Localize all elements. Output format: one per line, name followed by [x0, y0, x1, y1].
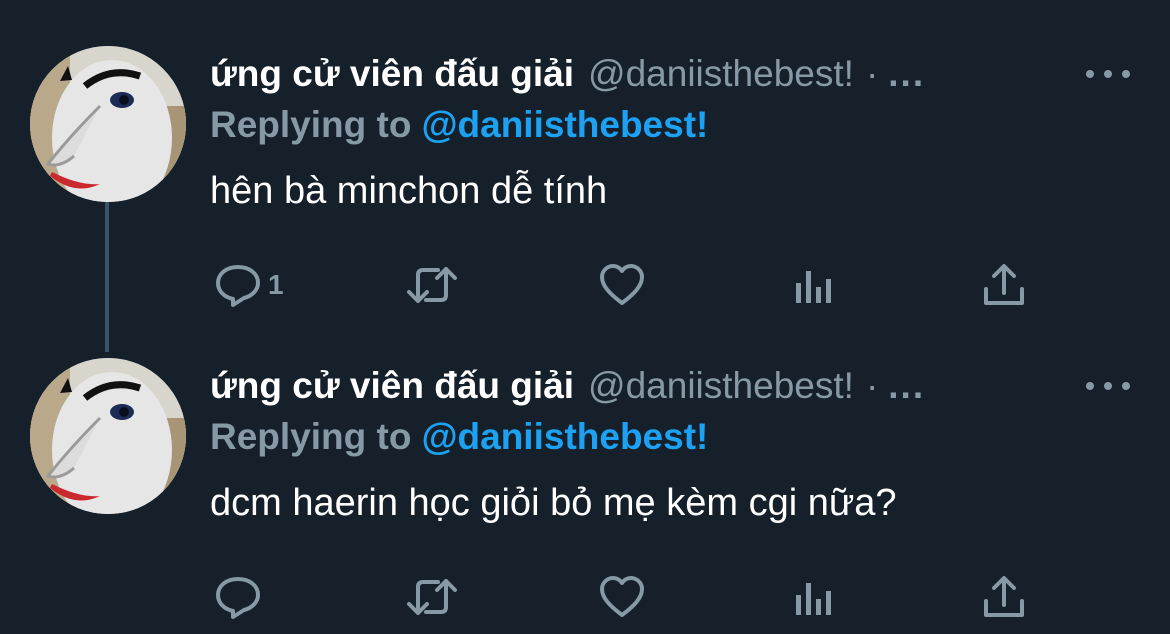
reply-button[interactable]: 1	[214, 258, 284, 312]
tweet[interactable]: ứng cử viên đấu giải @daniisthebest! · .…	[0, 312, 1170, 634]
like-button[interactable]	[598, 570, 646, 624]
like-button[interactable]	[598, 258, 646, 312]
display-name[interactable]: ứng cử viên đấu giải	[210, 365, 574, 407]
retweet-icon	[407, 267, 457, 303]
replying-to-line: Replying to @daniisthebest!	[210, 104, 708, 146]
reply-count: 1	[268, 269, 284, 300]
share-icon	[984, 576, 1024, 617]
tweet-text: dcm haerin học giỏi bỏ mẹ kèm cgi nữa?	[210, 482, 897, 524]
cartoon-face-avatar-icon	[30, 358, 186, 514]
like-icon	[600, 264, 644, 305]
tweet-text: hên bà minchon dễ tính	[210, 170, 608, 212]
separator-dot: ·	[865, 365, 879, 406]
avatar[interactable]	[30, 358, 186, 514]
reply-button[interactable]	[214, 570, 268, 624]
reply-icon	[216, 577, 260, 619]
truncated-timestamp: ...	[888, 365, 926, 406]
cartoon-face-avatar-icon	[30, 46, 186, 202]
replying-mention-link[interactable]: @daniisthebest!	[421, 416, 708, 457]
retweet-icon	[407, 579, 457, 615]
tweet[interactable]: ứng cử viên đấu giải @daniisthebest! · .…	[0, 0, 1170, 320]
user-handle[interactable]: @daniisthebest!	[588, 365, 854, 407]
avatar[interactable]	[30, 46, 186, 202]
share-icon	[984, 264, 1024, 305]
analytics-icon	[796, 583, 831, 615]
tweet-header: ứng cử viên đấu giải @daniisthebest! · .…	[210, 364, 925, 408]
more-options-icon[interactable]	[1086, 64, 1130, 84]
replying-prefix: Replying to	[210, 416, 412, 457]
replying-to-line: Replying to @daniisthebest!	[210, 416, 708, 458]
reply-icon	[216, 265, 260, 307]
retweet-button[interactable]	[406, 570, 458, 624]
analytics-button[interactable]	[790, 570, 838, 624]
truncated-timestamp: ...	[888, 53, 926, 94]
tweet-actions	[210, 570, 1040, 624]
display-name[interactable]: ứng cử viên đấu giải	[210, 53, 574, 95]
more-options-icon[interactable]	[1086, 376, 1130, 396]
analytics-icon	[796, 271, 831, 303]
share-button[interactable]	[980, 570, 1028, 624]
replying-mention-link[interactable]: @daniisthebest!	[421, 104, 708, 145]
like-icon	[600, 576, 644, 617]
tweet-actions: 1	[210, 258, 1040, 312]
retweet-button[interactable]	[406, 258, 458, 312]
share-button[interactable]	[980, 258, 1028, 312]
analytics-button[interactable]	[790, 258, 838, 312]
separator-dot: ·	[865, 53, 879, 94]
tweet-header: ứng cử viên đấu giải @daniisthebest! · .…	[210, 52, 925, 96]
replying-prefix: Replying to	[210, 104, 412, 145]
user-handle[interactable]: @daniisthebest!	[588, 53, 854, 95]
